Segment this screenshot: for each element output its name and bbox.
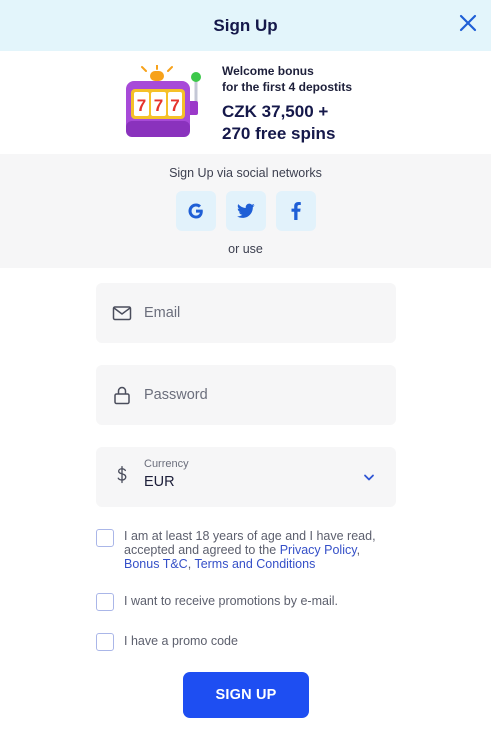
promo-code-checkbox[interactable] [96,633,114,651]
terms-text: I am at least 18 years of age and I have… [124,529,396,571]
facebook-signup-button[interactable] [275,191,316,231]
slot-digit-1: 7 [137,96,146,115]
chevron-down-icon[interactable] [362,472,376,482]
promo-code-checkbox-row: I have a promo code [96,633,396,651]
promo-code-text: I have a promo code [124,634,238,648]
terms-conditions-link[interactable]: Terms and Conditions [194,557,315,571]
privacy-policy-link[interactable]: Privacy Policy [280,543,357,557]
social-signup-section: Sign Up via social networks or use [0,154,491,268]
sign-up-button[interactable]: SIGN UP [183,672,309,718]
bonus-line-2: for the first 4 depostits [222,80,353,94]
dollar-icon [117,466,127,484]
promotions-text: I want to receive promotions by e-mail. [124,594,338,608]
promotions-checkbox[interactable] [96,593,114,611]
close-icon[interactable] [457,12,479,34]
email-input[interactable] [144,283,384,343]
bonus-tc-link[interactable]: Bonus T&C [124,557,188,571]
facebook-icon [291,202,301,220]
bonus-text: Welcome bonus for the first 4 depostits … [222,63,352,145]
modal-header: Sign Up [0,0,491,51]
social-buttons [0,191,491,231]
social-title: Sign Up via social networks [169,166,322,180]
twitter-signup-button[interactable] [225,191,266,231]
email-field[interactable] [96,283,396,343]
slot-machine-icon: 7 7 7 [126,65,201,137]
twitter-icon [236,203,255,218]
google-signup-button[interactable] [175,191,216,231]
terms-checkbox-row: I am at least 18 years of age and I have… [96,529,396,571]
slot-digit-2: 7 [154,96,163,115]
page-title: Sign Up [213,15,278,35]
bonus-line-1: Welcome bonus [222,64,314,78]
password-input[interactable] [144,365,384,425]
welcome-bonus-banner: 7 7 7 Welcome bonus for the first 4 depo… [0,51,491,154]
bonus-spins: 270 free spins [222,124,336,143]
lock-icon [114,386,130,405]
envelope-icon [112,306,132,321]
currency-label: Currency [144,458,189,470]
promotions-checkbox-row: I want to receive promotions by e-mail. [96,593,396,611]
terms-checkbox[interactable] [96,529,114,547]
currency-select[interactable]: Currency EUR [96,447,396,507]
or-use-label: or use [228,242,263,256]
password-field[interactable] [96,365,396,425]
currency-value: EUR [144,474,175,490]
slot-digit-3: 7 [170,96,179,115]
bonus-amount: CZK 37,500 + [222,102,329,121]
google-icon [188,203,203,219]
terms-comma-1: , [356,543,361,557]
